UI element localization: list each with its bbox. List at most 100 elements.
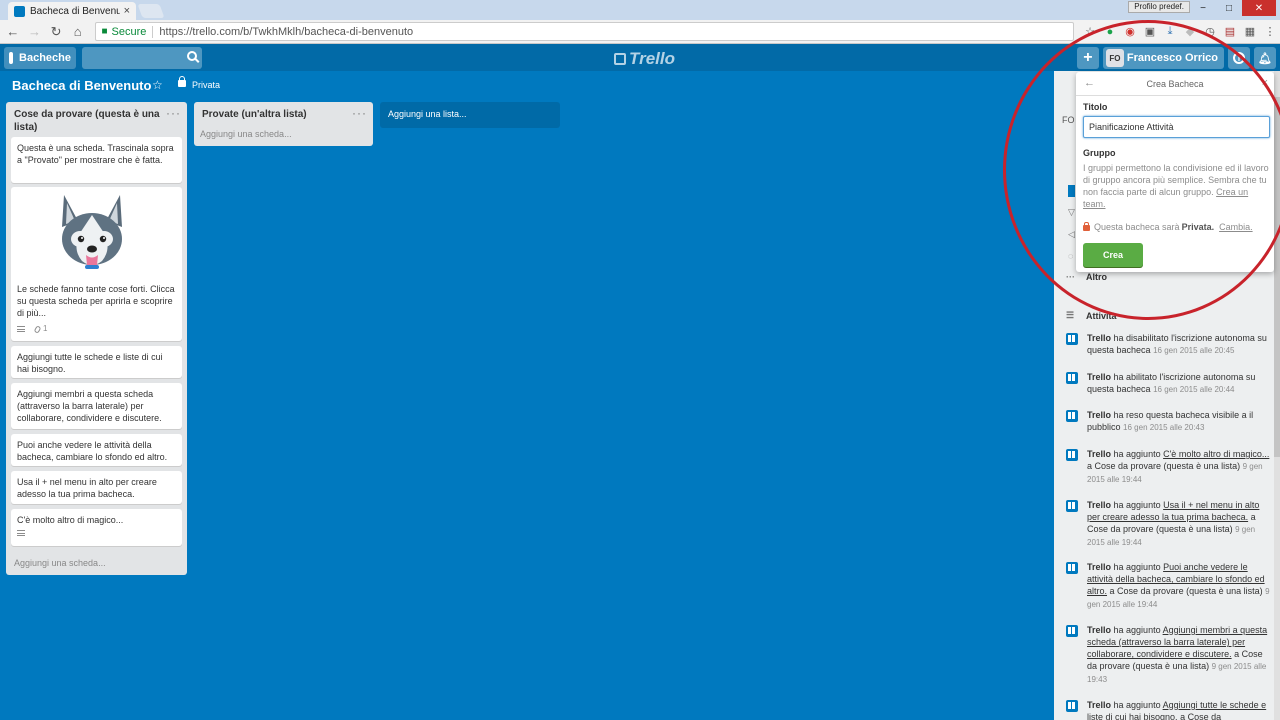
activity-user[interactable]: Trello — [1087, 625, 1111, 635]
browser-tab[interactable]: Bacheca di Benvenuto | T × — [8, 2, 136, 20]
card-text: Aggiungi tutte le schede e liste di cui … — [17, 352, 163, 374]
list-menu-icon[interactable]: ··· — [352, 106, 367, 120]
list-title[interactable]: Provate (un'altra lista) — [194, 102, 373, 125]
maximize-icon[interactable]: □ — [1216, 0, 1242, 16]
activity-user[interactable]: Trello — [1087, 372, 1111, 382]
address-separator — [152, 25, 154, 38]
husky-image — [62, 195, 122, 269]
add-list-button[interactable]: Aggiungi una lista... — [380, 102, 560, 128]
card-4[interactable]: Puoi anche vedere le attività della bach… — [11, 434, 182, 466]
change-privacy-link[interactable]: Cambia. — [1219, 222, 1253, 232]
sidebar-scrollbar-thumb[interactable] — [1274, 97, 1280, 457]
activity-text: ha aggiunto — [1113, 449, 1161, 459]
extensions-row: ☆ ● ◉ ▣ ⤓ ◆ ◷ ▤ ▦ ⋮ — [1080, 25, 1280, 39]
power-up-icon[interactable]: ◌ — [1068, 251, 1073, 261]
activity-text: ha aggiunto — [1113, 500, 1161, 510]
address-bar[interactable]: ■ Secure https://trello.com/b/TwkhMklh/b… — [94, 22, 1074, 41]
extension-grey-icon[interactable]: ◆ — [1183, 25, 1197, 39]
info-button[interactable]: i — [1228, 47, 1250, 69]
member-menu-button[interactable]: FO Francesco Orrico — [1102, 47, 1224, 69]
card-text: Aggiungi membri a questa scheda (attrave… — [17, 389, 162, 423]
star-icon[interactable]: ☆ — [152, 78, 163, 92]
minimize-icon[interactable]: − — [1190, 0, 1216, 16]
activity-item: Trello ha disabilitato l'iscrizione auto… — [1066, 332, 1271, 357]
new-tab-button[interactable] — [137, 4, 165, 18]
card-5[interactable]: Usa il + nel menu in alto per creare ade… — [11, 471, 182, 504]
board-title-input[interactable] — [1083, 116, 1270, 138]
activity-list-icon: ☰ — [1066, 310, 1075, 320]
activity-user[interactable]: Trello — [1087, 500, 1111, 510]
logo-text: Trello — [629, 49, 675, 68]
sticker-icon[interactable]: ◁ — [1068, 229, 1075, 240]
close-icon[interactable]: × — [1262, 77, 1268, 89]
card-0[interactable]: Questa è una scheda. Trascinala sopra a … — [11, 137, 182, 183]
extension-box-icon[interactable]: ▣ — [1143, 25, 1157, 39]
activity-item: Trello ha abilitato l'iscrizione autonom… — [1066, 371, 1271, 396]
trello-member-icon — [1066, 410, 1078, 422]
activity-text: ha aggiunto — [1113, 700, 1161, 710]
window-profile-label[interactable]: Profilo predef. — [1128, 1, 1190, 13]
group-description: I gruppi permettono la condivisione ed i… — [1083, 162, 1271, 210]
search-input[interactable] — [82, 47, 202, 69]
activity-text: ha aggiunto — [1113, 562, 1161, 572]
trello-logo[interactable]: Trello — [614, 49, 675, 69]
activity-user[interactable]: Trello — [1087, 410, 1111, 420]
back-arrow-icon[interactable]: ← — [1084, 77, 1095, 89]
activity-user[interactable]: Trello — [1087, 333, 1111, 343]
window-close-icon[interactable]: ✕ — [1242, 0, 1276, 16]
secure-label: Secure — [111, 25, 147, 38]
download-icon[interactable]: ⤓ — [1163, 25, 1177, 39]
notifications-button[interactable]: 🔔︎ — [1254, 47, 1276, 69]
activity-user[interactable]: Trello — [1087, 562, 1111, 572]
boards-icon — [9, 52, 14, 64]
tab-close-icon[interactable]: × — [124, 5, 130, 17]
sidebar-scrollbar[interactable] — [1274, 71, 1280, 720]
list-cose-da-provare: Cose da provare (questa è una lista) ···… — [6, 102, 187, 575]
add-card-link[interactable]: Aggiungi una scheda... — [200, 129, 292, 139]
reload-icon[interactable]: ↻ — [47, 24, 65, 40]
forward-arrow-icon[interactable]: → — [26, 24, 44, 39]
bookmark-star-icon[interactable]: ☆ — [1083, 25, 1097, 39]
activity-user[interactable]: Trello — [1087, 700, 1111, 710]
extension-photo-icon[interactable]: ▦ — [1243, 25, 1257, 39]
list-title[interactable]: Cose da provare (questa è una lista) — [6, 102, 187, 138]
activity-date[interactable]: 16 gen 2015 alle 20:44 — [1153, 385, 1234, 394]
sidebar-more[interactable]: ··· Altro — [1066, 272, 1107, 282]
popover-header: ← Crea Bacheca × — [1076, 72, 1274, 96]
board-privacy[interactable]: Privata — [192, 80, 220, 90]
trello-logo-icon — [614, 53, 626, 65]
activity-user[interactable]: Trello — [1087, 449, 1111, 459]
card-2[interactable]: Aggiungi tutte le schede e liste di cui … — [11, 346, 182, 378]
home-icon[interactable]: ⌂ — [69, 24, 87, 39]
boards-button[interactable]: Bacheche — [4, 47, 76, 69]
card-text: Puoi anche vedere le attività della bach… — [17, 440, 168, 462]
activity-card-link[interactable]: C'è molto altro di magico... — [1163, 449, 1269, 459]
back-arrow-icon[interactable]: ← — [4, 24, 22, 39]
list-menu-icon[interactable]: ··· — [166, 106, 181, 120]
card-3[interactable]: Aggiungi membri a questa scheda (attrave… — [11, 383, 182, 429]
create-board-button[interactable]: Crea — [1083, 243, 1143, 267]
add-card-link[interactable]: Aggiungi una scheda... — [14, 558, 106, 568]
activity-item: Trello ha reso questa bacheca visibile a… — [1066, 409, 1271, 434]
window-controls: − □ ✕ — [1190, 0, 1276, 16]
search-icon[interactable] — [187, 51, 197, 61]
trello-header: Bacheche Trello + FO Francesco Orrico i … — [0, 44, 1280, 71]
member-name: Francesco Orrico — [1126, 52, 1218, 64]
card-6[interactable]: C'è molto altro di magico... — [11, 509, 182, 546]
extension-red-icon[interactable]: ◉ — [1123, 25, 1137, 39]
extension-badge-icon[interactable]: ▤ — [1223, 25, 1237, 39]
browser-menu-icon[interactable]: ⋮ — [1263, 25, 1277, 39]
url-text[interactable]: https://trello.com/b/TwkhMklh/bacheca-di… — [159, 26, 413, 38]
card-1[interactable]: Le schede fanno tante cose forti. Clicca… — [11, 187, 182, 341]
boards-label: Bacheche — [19, 52, 71, 64]
activity-date[interactable]: 16 gen 2015 alle 20:43 — [1123, 423, 1204, 432]
attachment-count: 1 — [43, 324, 48, 333]
extension-clock-icon[interactable]: ◷ — [1203, 25, 1217, 39]
activity-date[interactable]: 16 gen 2015 alle 20:45 — [1153, 346, 1234, 355]
add-button[interactable]: + — [1076, 47, 1099, 69]
trello-member-icon — [1066, 625, 1078, 637]
list-provate: Provate (un'altra lista) ··· Aggiungi un… — [194, 102, 373, 146]
filter-icon[interactable]: ▽ — [1068, 207, 1075, 218]
extension-green-icon[interactable]: ● — [1103, 25, 1117, 39]
board-title[interactable]: Bacheca di Benvenuto — [12, 78, 151, 93]
